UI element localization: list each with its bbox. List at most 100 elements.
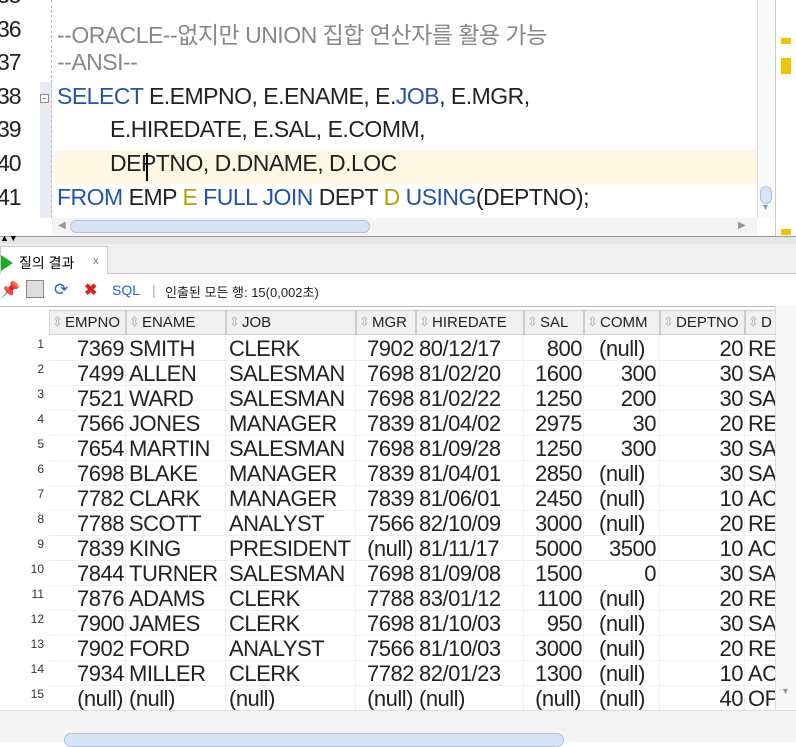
grid-horizontal-scrollbar[interactable] — [0, 710, 796, 747]
cell-deptno[interactable]: 30 — [660, 461, 745, 486]
cell-empno[interactable]: 7900 — [49, 611, 126, 636]
cell-deptno[interactable]: 10 — [660, 661, 745, 686]
cell-sal[interactable]: 3000 — [524, 636, 584, 661]
cell-deptno[interactable]: 30 — [660, 436, 745, 461]
cell-sal[interactable]: (null) — [524, 686, 584, 710]
cell-empno[interactable]: 7934 — [49, 661, 126, 686]
cell-job[interactable]: SALESMAN — [226, 561, 356, 586]
cell-empno[interactable]: 7654 — [49, 436, 126, 461]
cell-job[interactable]: MANAGER — [226, 486, 356, 511]
editor-vertical-scrollbar[interactable]: ▼ — [757, 0, 775, 218]
cell-job[interactable]: MANAGER — [226, 411, 356, 436]
cell-mgr[interactable]: 7698 — [356, 611, 416, 636]
cell-ename[interactable]: KING — [126, 536, 226, 561]
cell-hiredate[interactable]: 81/10/03 — [416, 611, 524, 636]
cell-ename[interactable]: TURNER — [126, 561, 226, 586]
cell-hiredate[interactable]: 82/01/23 — [416, 661, 524, 686]
cell-hiredate[interactable]: 81/06/01 — [416, 486, 524, 511]
cell-deptno[interactable]: 20 — [660, 586, 745, 611]
cell-deptno[interactable]: 20 — [660, 336, 745, 361]
cell-deptno[interactable]: 40 — [660, 686, 745, 710]
cell-job[interactable]: CLERK — [226, 336, 356, 361]
cancel-icon[interactable]: ✖ — [84, 280, 102, 299]
cell-ename[interactable]: JAMES — [126, 611, 226, 636]
cell-sal[interactable]: 2975 — [524, 411, 584, 436]
cell-mgr[interactable]: 7566 — [356, 511, 416, 536]
column-header-job[interactable]: JOB — [226, 310, 356, 335]
cell-empno[interactable]: (null) — [49, 686, 126, 710]
cell-sal[interactable]: 1500 — [524, 561, 584, 586]
cell-d[interactable]: SA — [745, 386, 775, 411]
cell-ename[interactable]: SCOTT — [126, 511, 226, 536]
cell-d[interactable]: RE — [745, 636, 775, 661]
row-number[interactable]: 11 — [0, 587, 44, 601]
cell-empno[interactable]: 7876 — [49, 586, 126, 611]
cell-mgr[interactable]: (null) — [356, 686, 416, 710]
cell-sal[interactable]: 3000 — [524, 511, 584, 536]
cell-job[interactable]: (null) — [226, 686, 356, 710]
sql-link[interactable]: SQL — [112, 282, 140, 298]
cell-sal[interactable]: 1100 — [524, 586, 584, 611]
editor-marker-bar[interactable] — [775, 0, 796, 236]
cell-mgr[interactable]: 7698 — [356, 561, 416, 586]
cell-d[interactable]: AC — [745, 536, 775, 561]
cell-hiredate[interactable]: 81/04/01 — [416, 461, 524, 486]
cell-comm[interactable]: 0 — [584, 561, 660, 586]
cell-ename[interactable]: JONES — [126, 411, 226, 436]
cell-mgr[interactable]: 7839 — [356, 461, 416, 486]
cell-d[interactable]: RE — [745, 336, 775, 361]
pane-splitter[interactable]: ▲▼ — [0, 233, 796, 244]
column-header-hiredate[interactable]: HIREDATE — [416, 310, 524, 335]
results-grid[interactable]: EMPNOENAMEJOBMGRHIREDATESALCOMMDEPTNOD17… — [0, 306, 775, 710]
column-header-ename[interactable]: ENAME — [126, 310, 226, 335]
cell-comm[interactable]: (null) — [584, 636, 660, 661]
cell-comm[interactable]: 300 — [584, 436, 660, 461]
cell-mgr[interactable]: 7782 — [356, 661, 416, 686]
cell-ename[interactable]: SMITH — [126, 336, 226, 361]
cell-empno[interactable]: 7839 — [49, 536, 126, 561]
column-header-d[interactable]: D — [745, 310, 775, 335]
cell-d[interactable]: SA — [745, 561, 775, 586]
cell-job[interactable]: ANALYST — [226, 636, 356, 661]
cell-d[interactable]: SA — [745, 611, 775, 636]
cell-sal[interactable]: 2450 — [524, 486, 584, 511]
cell-comm[interactable]: 3500 — [584, 536, 660, 561]
cell-empno[interactable]: 7782 — [49, 486, 126, 511]
cell-job[interactable]: CLERK — [226, 661, 356, 686]
cell-hiredate[interactable]: 81/02/20 — [416, 361, 524, 386]
cell-deptno[interactable]: 20 — [660, 636, 745, 661]
cell-deptno[interactable]: 30 — [660, 361, 745, 386]
cell-comm[interactable]: (null) — [584, 611, 660, 636]
cell-mgr[interactable]: 7698 — [356, 361, 416, 386]
grid-vertical-scrollbar[interactable]: ▼ — [775, 306, 796, 710]
cell-hiredate[interactable]: 81/09/08 — [416, 561, 524, 586]
cell-mgr[interactable]: 7698 — [356, 386, 416, 411]
cell-d[interactable]: SA — [745, 361, 775, 386]
cell-hiredate[interactable]: 82/10/09 — [416, 511, 524, 536]
cell-sal[interactable]: 1250 — [524, 386, 584, 411]
row-number[interactable]: 15 — [0, 687, 44, 701]
cell-deptno[interactable]: 10 — [660, 486, 745, 511]
cell-job[interactable]: CLERK — [226, 586, 356, 611]
cell-ename[interactable]: ADAMS — [126, 586, 226, 611]
cell-comm[interactable]: 300 — [584, 361, 660, 386]
cell-ename[interactable]: CLARK — [126, 486, 226, 511]
cell-hiredate[interactable]: (null) — [416, 686, 524, 710]
print-icon[interactable] — [26, 280, 44, 298]
cell-comm[interactable]: (null) — [584, 336, 660, 361]
cell-ename[interactable]: WARD — [126, 386, 226, 411]
cell-job[interactable]: SALESMAN — [226, 386, 356, 411]
column-header-mgr[interactable]: MGR — [356, 310, 416, 335]
cell-sal[interactable]: 1250 — [524, 436, 584, 461]
cell-deptno[interactable]: 10 — [660, 536, 745, 561]
cell-comm[interactable]: (null) — [584, 461, 660, 486]
cell-empno[interactable]: 7698 — [49, 461, 126, 486]
cell-d[interactable]: SA — [745, 461, 775, 486]
editor-horizontal-scrollbar[interactable]: ◀ ▶ — [52, 218, 757, 236]
cell-mgr[interactable]: 7788 — [356, 586, 416, 611]
cell-hiredate[interactable]: 81/04/02 — [416, 411, 524, 436]
cell-sal[interactable]: 2850 — [524, 461, 584, 486]
cell-job[interactable]: PRESIDENT — [226, 536, 356, 561]
cell-empno[interactable]: 7788 — [49, 511, 126, 536]
cell-mgr[interactable]: 7839 — [356, 486, 416, 511]
